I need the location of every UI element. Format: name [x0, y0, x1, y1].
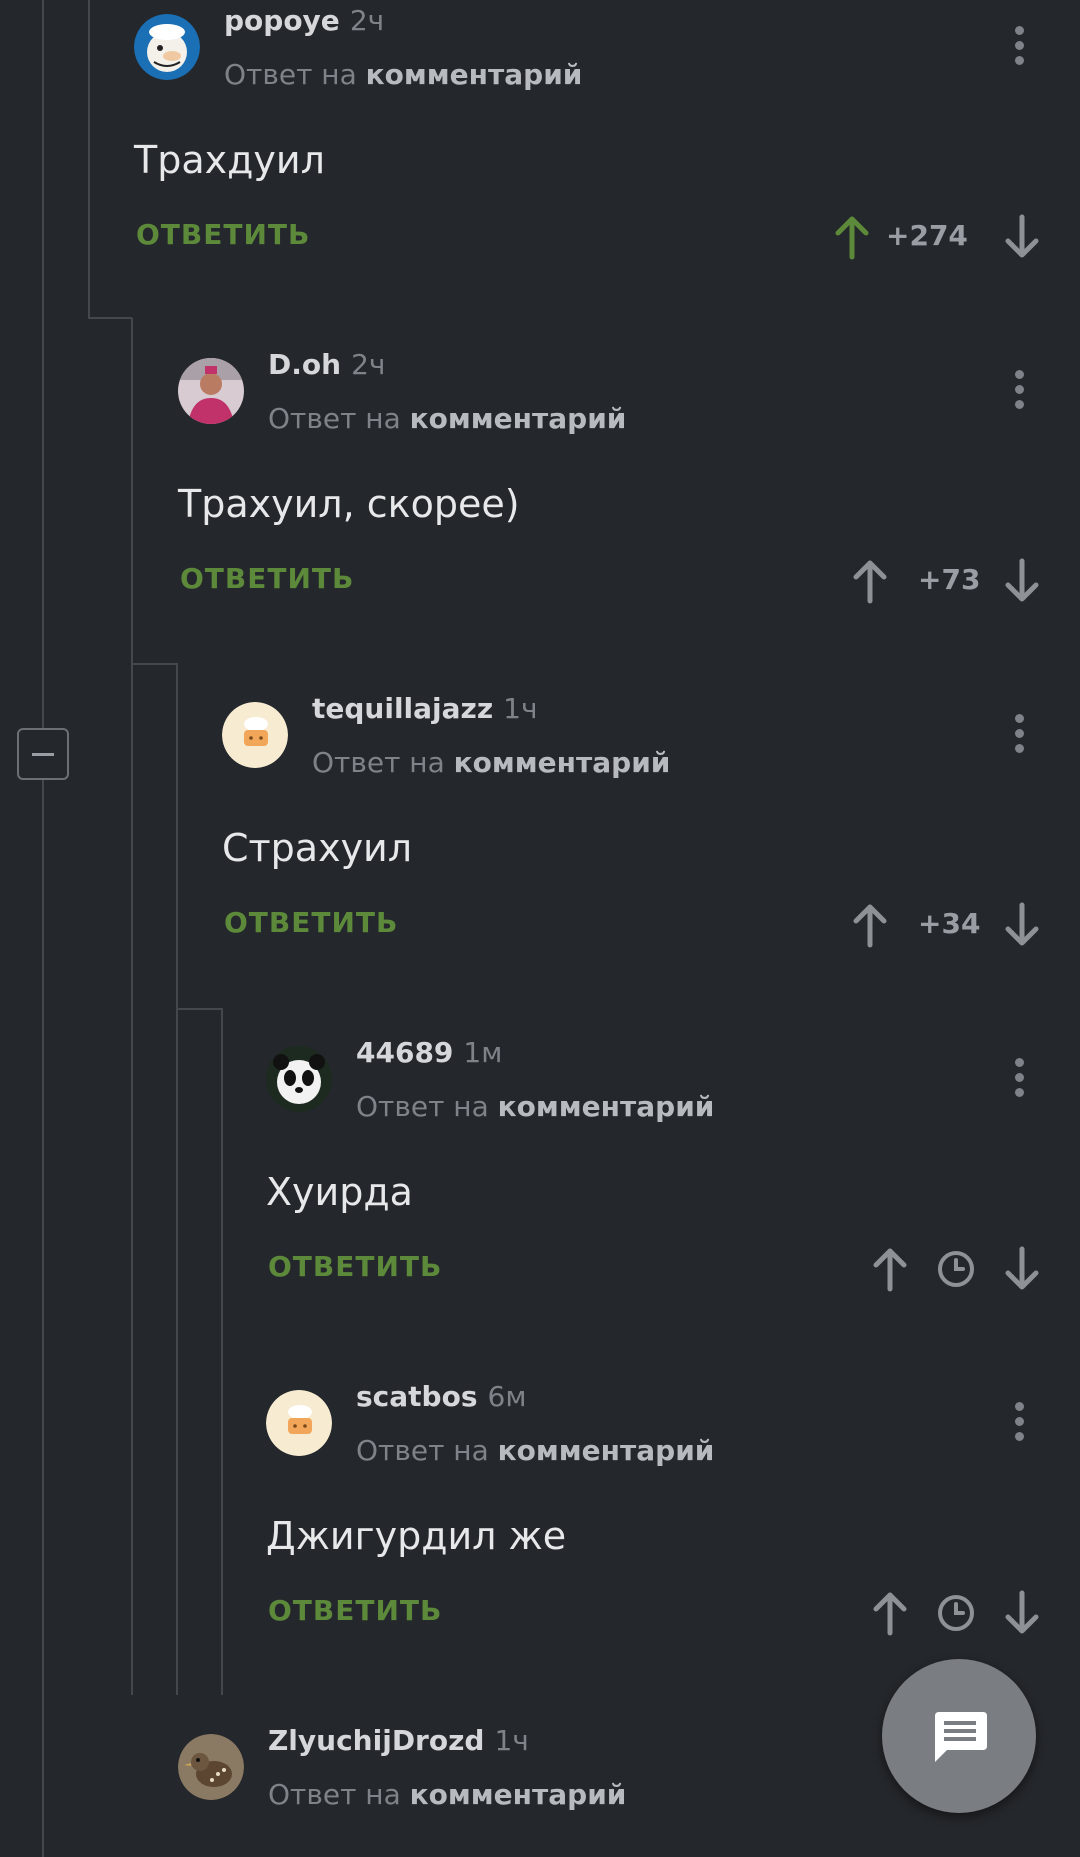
author-name[interactable]: D.oh — [268, 348, 341, 381]
comment: scatbos 6м Ответ на комментарий Джигурдил… — [266, 1376, 1080, 1676]
author-name[interactable]: 44689 — [356, 1036, 453, 1069]
arrow-down-icon — [1005, 1590, 1039, 1634]
comment-text: Хуирда — [266, 1170, 413, 1214]
comment: D.oh 2ч Ответ на комментарий Трахуил, ско… — [178, 344, 1080, 644]
comment-time: 1ч — [494, 1724, 529, 1757]
reply-button[interactable]: ОТВЕТИТЬ — [268, 1250, 442, 1283]
reply-to-prefix: Ответ на — [224, 58, 357, 91]
avatar[interactable] — [178, 1734, 244, 1800]
arrow-up-icon — [853, 904, 887, 948]
thread-line-level-4 — [221, 1008, 223, 1695]
upvote-button[interactable] — [868, 1245, 912, 1293]
comment-text: Трахуил, скорее) — [178, 482, 520, 526]
comment-icon — [935, 1712, 987, 1762]
comment-text: Трахдуил — [134, 138, 325, 182]
reply-to-prefix: Ответ на — [268, 1778, 401, 1811]
person-avatar-icon — [178, 358, 244, 424]
reply-to-line: Ответ на комментарий — [268, 1778, 626, 1811]
vote-score: +34 — [918, 907, 981, 940]
avatar[interactable] — [134, 14, 200, 80]
vote-score: +73 — [918, 563, 981, 596]
reply-to-link[interactable]: комментарий — [410, 402, 627, 435]
avatar[interactable] — [266, 1046, 332, 1112]
comment-text: Страхуил — [222, 826, 413, 870]
arrow-down-icon — [1005, 214, 1039, 258]
comment: 44689 1м Ответ на комментарий Хуирда ОТВЕ… — [266, 1032, 1080, 1332]
reply-to-line: Ответ на комментарий — [356, 1434, 714, 1467]
comment-text: Джигурдил же — [266, 1514, 567, 1558]
collapse-thread-button[interactable] — [17, 728, 69, 780]
thread-line-root — [42, 0, 44, 728]
thread-line-level-1-joint — [88, 317, 132, 319]
reply-to-line: Ответ на комментарий — [224, 58, 582, 91]
comment-time: 2ч — [351, 348, 386, 381]
clock-icon — [936, 1593, 976, 1633]
reply-button[interactable]: ОТВЕТИТЬ — [136, 218, 310, 251]
reply-to-prefix: Ответ на — [356, 1434, 489, 1467]
author-name[interactable]: ZlyuchijDrozd — [268, 1724, 484, 1757]
thread-line-level-1 — [88, 0, 90, 318]
avatar[interactable] — [178, 358, 244, 424]
popeye-avatar-icon — [134, 14, 200, 80]
reply-to-prefix: Ответ на — [268, 402, 401, 435]
arrow-down-icon — [1005, 558, 1039, 602]
author-name[interactable]: tequillajazz — [312, 692, 493, 725]
reply-to-link[interactable]: комментарий — [366, 58, 583, 91]
avatar[interactable] — [222, 702, 288, 768]
comment: tequillajazz 1ч Ответ на комментарий Стра… — [222, 688, 1080, 988]
reply-to-link[interactable]: комментарий — [410, 1778, 627, 1811]
clock-icon — [936, 1249, 976, 1289]
reply-to-line: Ответ на комментарий — [268, 402, 626, 435]
arrow-down-icon — [1005, 1246, 1039, 1290]
default-chef-avatar-icon — [266, 1390, 332, 1456]
reply-to-link[interactable]: комментарий — [498, 1434, 715, 1467]
thread-line-level-2-joint — [131, 663, 177, 665]
arrow-up-icon — [873, 1592, 907, 1636]
downvote-button[interactable] — [1000, 901, 1044, 949]
reply-button[interactable]: ОТВЕТИТЬ — [180, 562, 354, 595]
reply-to-line: Ответ на комментарий — [312, 746, 670, 779]
upvote-button[interactable] — [830, 213, 874, 261]
thread-line-level-3-joint — [176, 1008, 222, 1010]
bird-avatar-icon — [178, 1734, 244, 1800]
reply-to-link[interactable]: комментарий — [454, 746, 671, 779]
thread-line-level-2 — [131, 318, 133, 1695]
upvote-button[interactable] — [868, 1589, 912, 1637]
comment-time: 1ч — [503, 692, 538, 725]
default-chef-avatar-icon — [222, 702, 288, 768]
comment-time: 2ч — [349, 4, 385, 37]
thread-line-level-3 — [176, 663, 178, 1695]
comment-time: 6м — [487, 1380, 527, 1413]
comment-menu-button[interactable] — [1010, 22, 1030, 70]
reply-to-line: Ответ на комментарий — [356, 1090, 714, 1123]
avatar[interactable] — [266, 1390, 332, 1456]
panda-avatar-icon — [266, 1046, 332, 1112]
comment: popoye 2ч Ответ на комментарий Трахдуил О… — [134, 0, 1080, 300]
write-comment-fab[interactable] — [882, 1659, 1036, 1813]
upvote-button[interactable] — [848, 557, 892, 605]
reply-button[interactable]: ОТВЕТИТЬ — [224, 906, 398, 939]
downvote-button[interactable] — [1000, 213, 1044, 261]
comment-menu-button[interactable] — [1010, 1398, 1030, 1446]
reply-button[interactable]: ОТВЕТИТЬ — [268, 1594, 442, 1627]
downvote-button[interactable] — [1000, 1589, 1044, 1637]
downvote-button[interactable] — [1000, 1245, 1044, 1293]
upvote-button[interactable] — [848, 901, 892, 949]
comment-menu-button[interactable] — [1010, 1054, 1030, 1102]
reply-to-prefix: Ответ на — [312, 746, 445, 779]
reply-to-prefix: Ответ на — [356, 1090, 489, 1123]
comment-menu-button[interactable] — [1010, 710, 1030, 758]
arrow-up-icon — [835, 216, 869, 260]
comment-menu-button[interactable] — [1010, 366, 1030, 414]
thread-line-root — [42, 780, 44, 1857]
arrow-down-icon — [1005, 902, 1039, 946]
reply-to-link[interactable]: комментарий — [498, 1090, 715, 1123]
comment-time: 1м — [463, 1036, 503, 1069]
author-name[interactable]: popoye — [224, 4, 340, 37]
downvote-button[interactable] — [1000, 557, 1044, 605]
author-name[interactable]: scatbos — [356, 1380, 478, 1413]
arrow-up-icon — [853, 560, 887, 604]
arrow-up-icon — [873, 1248, 907, 1292]
vote-score: +274 — [886, 219, 968, 252]
